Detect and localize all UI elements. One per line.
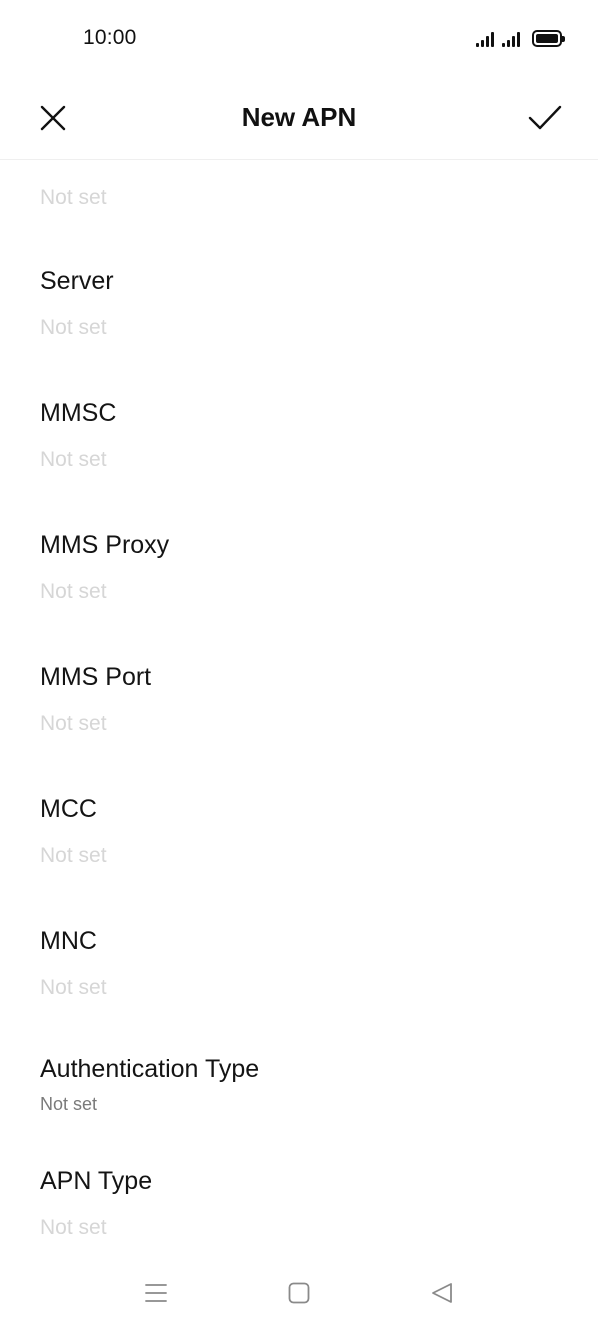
field-row-mnc[interactable]: MNC Not set [40,926,558,1002]
check-icon [528,105,562,130]
field-value: Not set [40,712,107,735]
back-icon [432,1283,452,1303]
home-icon [288,1282,310,1304]
field-value: Not set [40,448,107,471]
apn-field-list: Not set Server Not set MMSC Not set MMS … [0,160,598,1260]
field-label: MMSC [40,399,117,427]
signal-icon [502,29,520,47]
field-value: Not set [40,186,107,209]
back-button[interactable] [417,1270,467,1316]
field-row-partial[interactable]: Not set [40,184,558,212]
field-row-mms-proxy[interactable]: MMS Proxy Not set [40,530,558,606]
field-value: Not set [40,976,107,999]
app-bar: New APN [0,76,598,160]
signal-icon [476,29,494,47]
field-label: Server [40,267,114,295]
field-label: APN Type [40,1167,153,1195]
status-icons [476,27,565,47]
menu-icon [145,1284,167,1302]
field-row-mmsc[interactable]: MMSC Not set [40,398,558,474]
field-label: MMS Proxy [40,531,170,559]
field-label: Authentication Type [40,1055,260,1083]
field-value: Not set [40,580,107,603]
status-bar: 10:00 [0,0,598,76]
field-label: MCC [40,795,97,823]
field-value: Not set [40,316,107,339]
confirm-button[interactable] [523,96,567,140]
field-row-mms-port[interactable]: MMS Port Not set [40,662,558,738]
field-value: Not set [40,1094,98,1114]
navigation-bar [0,1260,598,1330]
field-row-apn-type[interactable]: APN Type Not set [40,1166,558,1242]
field-row-server[interactable]: Server Not set [40,266,558,342]
menu-button[interactable] [131,1270,181,1316]
field-label: MMS Port [40,663,152,691]
field-value: Not set [40,844,107,867]
page-title: New APN [241,102,357,132]
field-row-mcc[interactable]: MCC Not set [40,794,558,870]
home-button[interactable] [274,1270,324,1316]
field-row-authentication-type[interactable]: Authentication Type Not set [40,1054,558,1118]
field-label: MNC [40,927,97,955]
battery-icon [532,30,565,47]
status-time: 10:00 [83,26,137,49]
screen: 10:00 New APN Not set Server Not set MMS… [0,0,598,1330]
field-value: Not set [40,1216,107,1239]
